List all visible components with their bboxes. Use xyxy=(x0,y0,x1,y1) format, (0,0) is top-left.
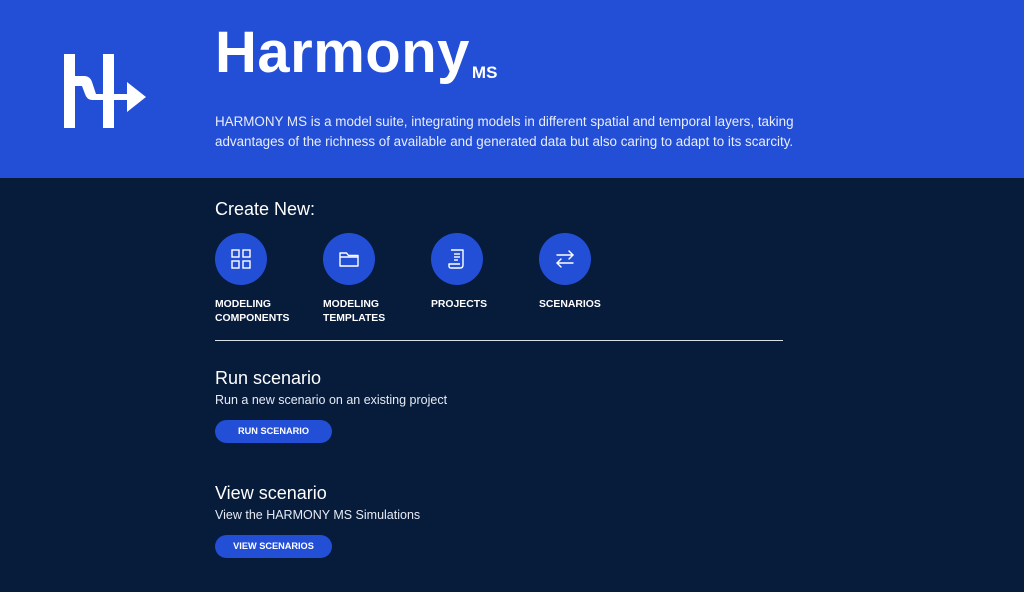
create-modeling-templates-label: MODELING TEMPLATES xyxy=(323,298,423,326)
create-scenarios-circle[interactable] xyxy=(539,233,591,285)
create-modeling-templates-circle[interactable] xyxy=(323,233,375,285)
document-icon xyxy=(448,249,464,269)
create-modeling-templates-button[interactable]: MODELING TEMPLATES xyxy=(323,233,423,326)
create-scenarios-label-line1: SCENARIOS xyxy=(539,299,601,310)
view-scenario-title: View scenario xyxy=(215,483,327,503)
create-new-title: Create New: xyxy=(215,199,316,219)
grid-icon xyxy=(231,249,251,269)
harmony-logo-icon xyxy=(64,54,146,128)
swap-arrows-icon xyxy=(556,250,574,268)
section-divider xyxy=(215,340,783,341)
create-projects-circle[interactable] xyxy=(431,233,483,285)
view-scenario-description: View the HARMONY MS Simulations xyxy=(215,508,421,522)
create-modeling-components-label-line2: COMPONENTS xyxy=(215,313,290,324)
run-scenario-title: Run scenario xyxy=(215,368,322,388)
hero-description: HARMONY MS is a model suite, integrating… xyxy=(215,114,794,149)
create-scenarios-button[interactable]: SCENARIOS xyxy=(539,233,639,312)
create-scenarios-label: SCENARIOS xyxy=(539,298,639,312)
create-modeling-components-label: MODELING COMPONENTS xyxy=(215,298,315,326)
hero-banner: Harmony MS HARMONY MS is a model suite, i… xyxy=(0,0,1024,178)
brand-name: Harmony xyxy=(215,20,470,85)
create-projects-button[interactable]: PROJECTS xyxy=(431,233,531,312)
brand-title: Harmony MS xyxy=(215,22,497,84)
create-projects-label-line1: PROJECTS xyxy=(431,299,488,310)
create-modeling-components-label-line1: MODELING xyxy=(215,299,271,310)
create-modeling-components-button[interactable]: MODELING COMPONENTS xyxy=(215,233,315,326)
brand-suffix: MS xyxy=(471,63,498,82)
create-modeling-templates-label-line1: MODELING xyxy=(323,299,379,310)
create-modeling-templates-label-line2: TEMPLATES xyxy=(323,313,386,324)
create-modeling-components-circle[interactable] xyxy=(215,233,267,285)
run-scenario-description: Run a new scenario on an existing projec… xyxy=(215,393,448,407)
create-projects-label: PROJECTS xyxy=(431,298,531,312)
view-scenarios-button[interactable]: VIEW SCENARIOS xyxy=(215,535,332,558)
run-scenario-button[interactable]: RUN SCENARIO xyxy=(215,420,332,443)
folder-icon xyxy=(339,252,359,267)
